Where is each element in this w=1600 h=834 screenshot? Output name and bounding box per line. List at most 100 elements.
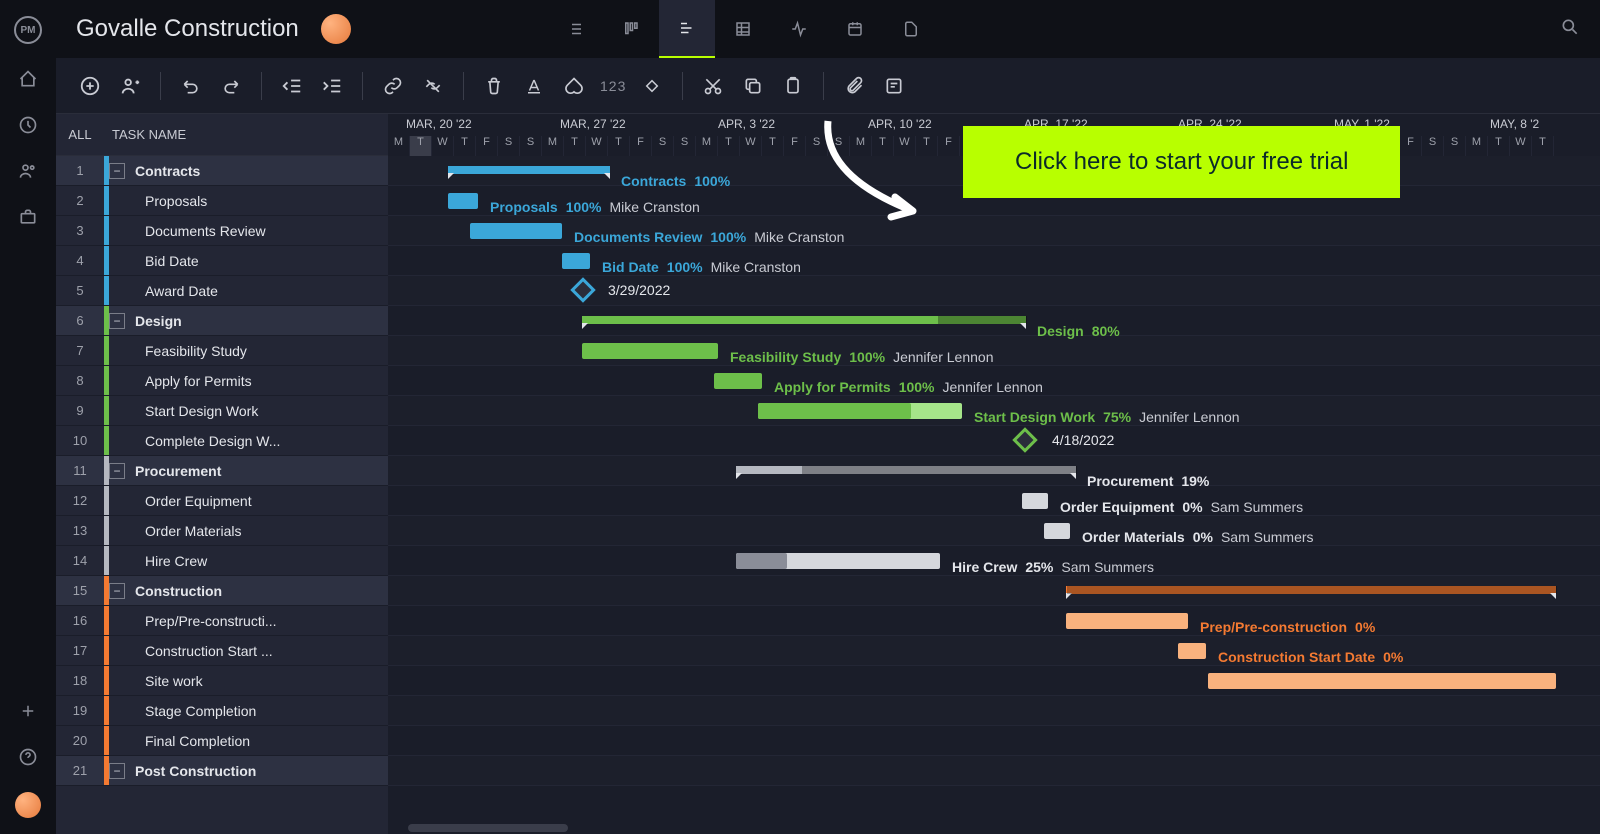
gantt-row[interactable]: 3/29/2022 (388, 276, 1600, 306)
milestone-marker[interactable] (570, 277, 595, 302)
numbering-label[interactable]: 123 (600, 78, 626, 94)
task-row[interactable]: 2Proposals (56, 186, 388, 216)
task-row[interactable]: 12Order Equipment (56, 486, 388, 516)
task-row[interactable]: 21−Post Construction (56, 756, 388, 786)
redo-icon[interactable] (217, 72, 245, 100)
gantt-task-bar[interactable]: Feasibility Study100%Jennifer Lennon (582, 343, 718, 359)
col-header-name[interactable]: TASK NAME (104, 127, 388, 142)
task-row[interactable]: 7Feasibility Study (56, 336, 388, 366)
gantt-row[interactable]: Design80% (388, 306, 1600, 336)
view-activity-icon[interactable] (771, 0, 827, 58)
task-row[interactable]: 14Hire Crew (56, 546, 388, 576)
horizontal-scrollbar[interactable] (408, 824, 568, 832)
gantt-task-bar[interactable]: Proposals100%Mike Cranston (448, 193, 478, 209)
copy-icon[interactable] (739, 72, 767, 100)
gantt-row[interactable]: Order Equipment0%Sam Summers (388, 486, 1600, 516)
task-row[interactable]: 8Apply for Permits (56, 366, 388, 396)
task-row[interactable]: 9Start Design Work (56, 396, 388, 426)
gantt-task-bar[interactable]: Order Materials0%Sam Summers (1044, 523, 1070, 539)
add-user-icon[interactable] (116, 72, 144, 100)
milestone-marker[interactable] (1012, 427, 1037, 452)
gantt-row[interactable]: Prep/Pre-construction0% (388, 606, 1600, 636)
task-row[interactable]: 16Prep/Pre-constructi... (56, 606, 388, 636)
gantt-row[interactable] (388, 666, 1600, 696)
gantt-task-bar[interactable]: Hire Crew25%Sam Summers (736, 553, 940, 569)
search-icon[interactable] (1560, 17, 1580, 42)
gantt-row[interactable]: Start Design Work75%Jennifer Lennon (388, 396, 1600, 426)
gantt-row[interactable] (388, 756, 1600, 786)
gantt-row[interactable]: Apply for Permits100%Jennifer Lennon (388, 366, 1600, 396)
unlink-icon[interactable] (419, 72, 447, 100)
task-row[interactable]: 19Stage Completion (56, 696, 388, 726)
delete-icon[interactable] (480, 72, 508, 100)
people-icon[interactable] (17, 160, 39, 182)
col-header-all[interactable]: ALL (56, 127, 104, 142)
plus-icon[interactable] (17, 700, 39, 722)
view-sheet-icon[interactable] (715, 0, 771, 58)
gantt-row[interactable] (388, 576, 1600, 606)
view-list-icon[interactable] (547, 0, 603, 58)
gantt-row[interactable]: Construction Start Date0% (388, 636, 1600, 666)
collapse-toggle-icon[interactable]: − (109, 763, 125, 779)
briefcase-icon[interactable] (17, 206, 39, 228)
task-row[interactable]: 11−Procurement (56, 456, 388, 486)
gantt-group-bar[interactable]: Design80% (582, 316, 1026, 324)
gantt-task-bar[interactable] (1208, 673, 1556, 689)
gantt-row[interactable] (388, 726, 1600, 756)
text-style-icon[interactable] (520, 72, 548, 100)
indent-icon[interactable] (318, 72, 346, 100)
task-row[interactable]: 20Final Completion (56, 726, 388, 756)
gantt-row[interactable]: Documents Review100%Mike Cranston (388, 216, 1600, 246)
clock-icon[interactable] (17, 114, 39, 136)
home-icon[interactable] (17, 68, 39, 90)
collapse-toggle-icon[interactable]: − (109, 163, 125, 179)
gantt-task-bar[interactable]: Bid Date100%Mike Cranston (562, 253, 590, 269)
task-row[interactable]: 4Bid Date (56, 246, 388, 276)
user-avatar[interactable] (321, 14, 351, 44)
collapse-toggle-icon[interactable]: − (109, 583, 125, 599)
task-row[interactable]: 17Construction Start ... (56, 636, 388, 666)
help-icon[interactable] (17, 746, 39, 768)
gantt-row[interactable]: Hire Crew25%Sam Summers (388, 546, 1600, 576)
task-row[interactable]: 18Site work (56, 666, 388, 696)
gantt-row[interactable]: Order Materials0%Sam Summers (388, 516, 1600, 546)
gantt-row[interactable]: Bid Date100%Mike Cranston (388, 246, 1600, 276)
gantt-chart[interactable]: MAR, 20 '22MAR, 27 '22APR, 3 '22APR, 10 … (388, 114, 1600, 834)
task-row[interactable]: 13Order Materials (56, 516, 388, 546)
cta-free-trial-button[interactable]: Click here to start your free trial (963, 126, 1400, 198)
note-icon[interactable] (880, 72, 908, 100)
cut-icon[interactable] (699, 72, 727, 100)
task-row[interactable]: 10Complete Design W... (56, 426, 388, 456)
user-avatar-small[interactable] (15, 792, 41, 818)
task-row[interactable]: 6−Design (56, 306, 388, 336)
app-logo[interactable]: PM (14, 16, 42, 44)
gantt-task-bar[interactable]: Construction Start Date0% (1178, 643, 1206, 659)
view-board-icon[interactable] (603, 0, 659, 58)
gantt-task-bar[interactable]: Start Design Work75%Jennifer Lennon (758, 403, 962, 419)
outdent-icon[interactable] (278, 72, 306, 100)
gantt-task-bar[interactable]: Documents Review100%Mike Cranston (470, 223, 562, 239)
collapse-toggle-icon[interactable]: − (109, 313, 125, 329)
gantt-group-bar[interactable] (1066, 586, 1556, 594)
gantt-row[interactable]: Procurement19% (388, 456, 1600, 486)
gantt-row[interactable]: 4/18/2022 (388, 426, 1600, 456)
milestone-icon[interactable] (638, 72, 666, 100)
attach-icon[interactable] (840, 72, 868, 100)
gantt-task-bar[interactable]: Apply for Permits100%Jennifer Lennon (714, 373, 762, 389)
gantt-group-bar[interactable]: Contracts100% (448, 166, 610, 174)
view-file-icon[interactable] (883, 0, 939, 58)
gantt-group-bar[interactable]: Procurement19% (736, 466, 1076, 474)
task-row[interactable]: 1−Contracts (56, 156, 388, 186)
task-row[interactable]: 15−Construction (56, 576, 388, 606)
gantt-row[interactable]: Feasibility Study100%Jennifer Lennon (388, 336, 1600, 366)
link-icon[interactable] (379, 72, 407, 100)
view-calendar-icon[interactable] (827, 0, 883, 58)
task-row[interactable]: 5Award Date (56, 276, 388, 306)
gantt-row[interactable] (388, 696, 1600, 726)
color-icon[interactable] (560, 72, 588, 100)
task-row[interactable]: 3Documents Review (56, 216, 388, 246)
gantt-task-bar[interactable]: Prep/Pre-construction0% (1066, 613, 1188, 629)
view-gantt-icon[interactable] (659, 0, 715, 58)
undo-icon[interactable] (177, 72, 205, 100)
add-task-icon[interactable] (76, 72, 104, 100)
